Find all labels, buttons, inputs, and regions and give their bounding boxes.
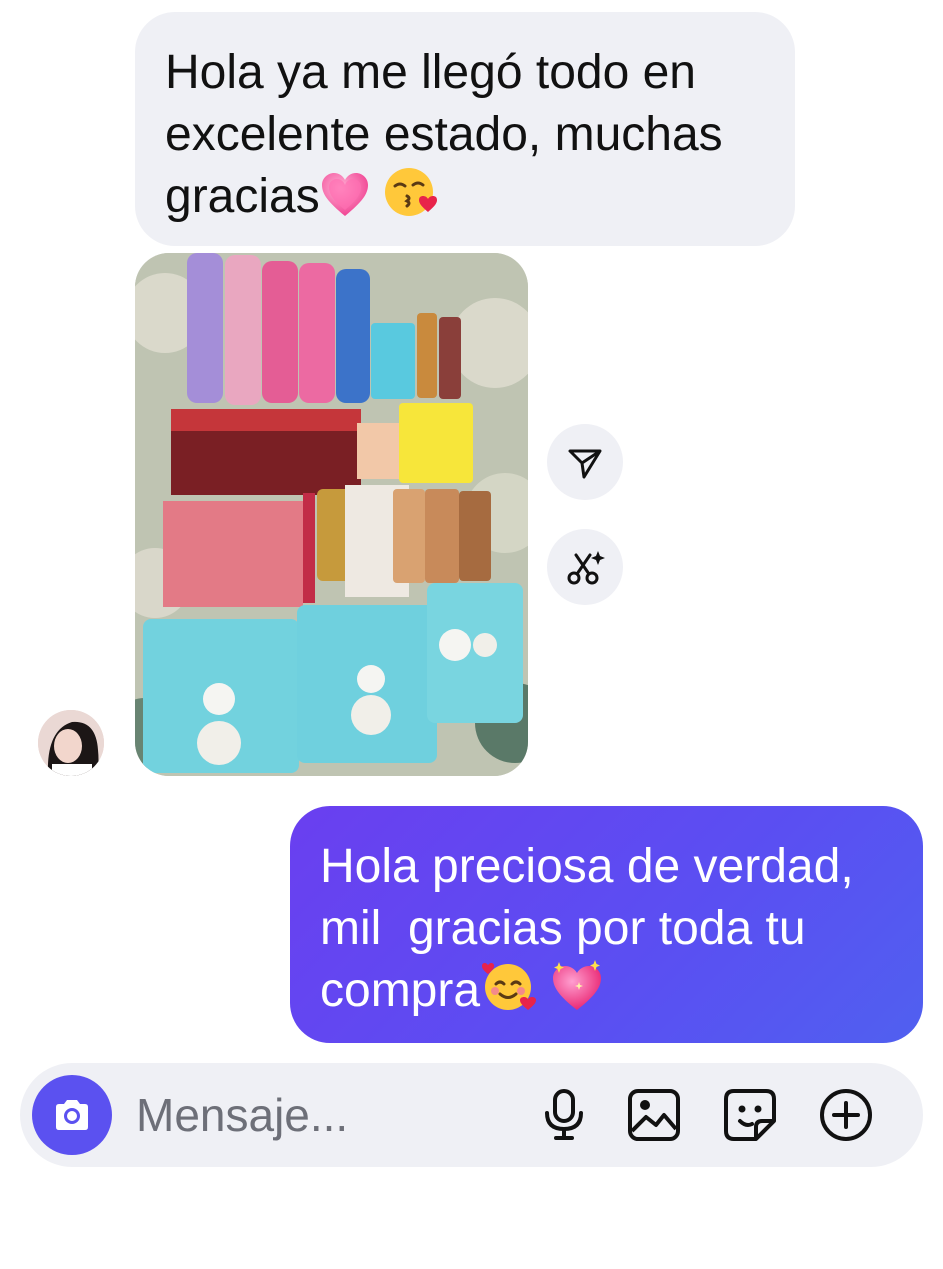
sparkling-heart-emoji bbox=[549, 960, 605, 1028]
paper-plane-icon bbox=[568, 449, 602, 479]
outgoing-message-bubble[interactable]: Hola preciosa de verdad, mil gracias por… bbox=[290, 806, 923, 1043]
avatar-photo bbox=[38, 710, 104, 776]
face-blowing-kiss-emoji bbox=[383, 166, 438, 234]
gallery-button[interactable] bbox=[626, 1087, 682, 1143]
ai-edit-button[interactable] bbox=[547, 529, 623, 605]
message-input[interactable]: Mensaje... bbox=[136, 1089, 348, 1141]
sticker-button[interactable] bbox=[722, 1087, 778, 1143]
share-button[interactable] bbox=[547, 424, 623, 500]
scissors-sparkle-icon bbox=[567, 551, 605, 585]
gallery-icon bbox=[628, 1089, 680, 1141]
sticker-icon bbox=[724, 1089, 776, 1141]
camera-button[interactable] bbox=[32, 1075, 112, 1155]
microphone-icon bbox=[545, 1089, 583, 1140]
microphone-button[interactable] bbox=[536, 1087, 592, 1143]
makeup-products-photo bbox=[135, 253, 528, 776]
incoming-message-text: Hola ya me llegó todo en excelente estad… bbox=[165, 46, 723, 223]
plus-icon bbox=[820, 1089, 872, 1141]
message-composer: Mensaje... bbox=[20, 1063, 923, 1167]
camera-icon bbox=[56, 1100, 88, 1130]
incoming-photo[interactable] bbox=[135, 253, 528, 776]
more-button[interactable] bbox=[818, 1087, 874, 1143]
contact-avatar[interactable] bbox=[38, 710, 104, 776]
smiling-face-with-hearts-emoji bbox=[480, 960, 537, 1028]
pink-heart-emoji bbox=[320, 172, 370, 234]
incoming-message-bubble[interactable]: Hola ya me llegó todo en excelente estad… bbox=[135, 12, 795, 246]
